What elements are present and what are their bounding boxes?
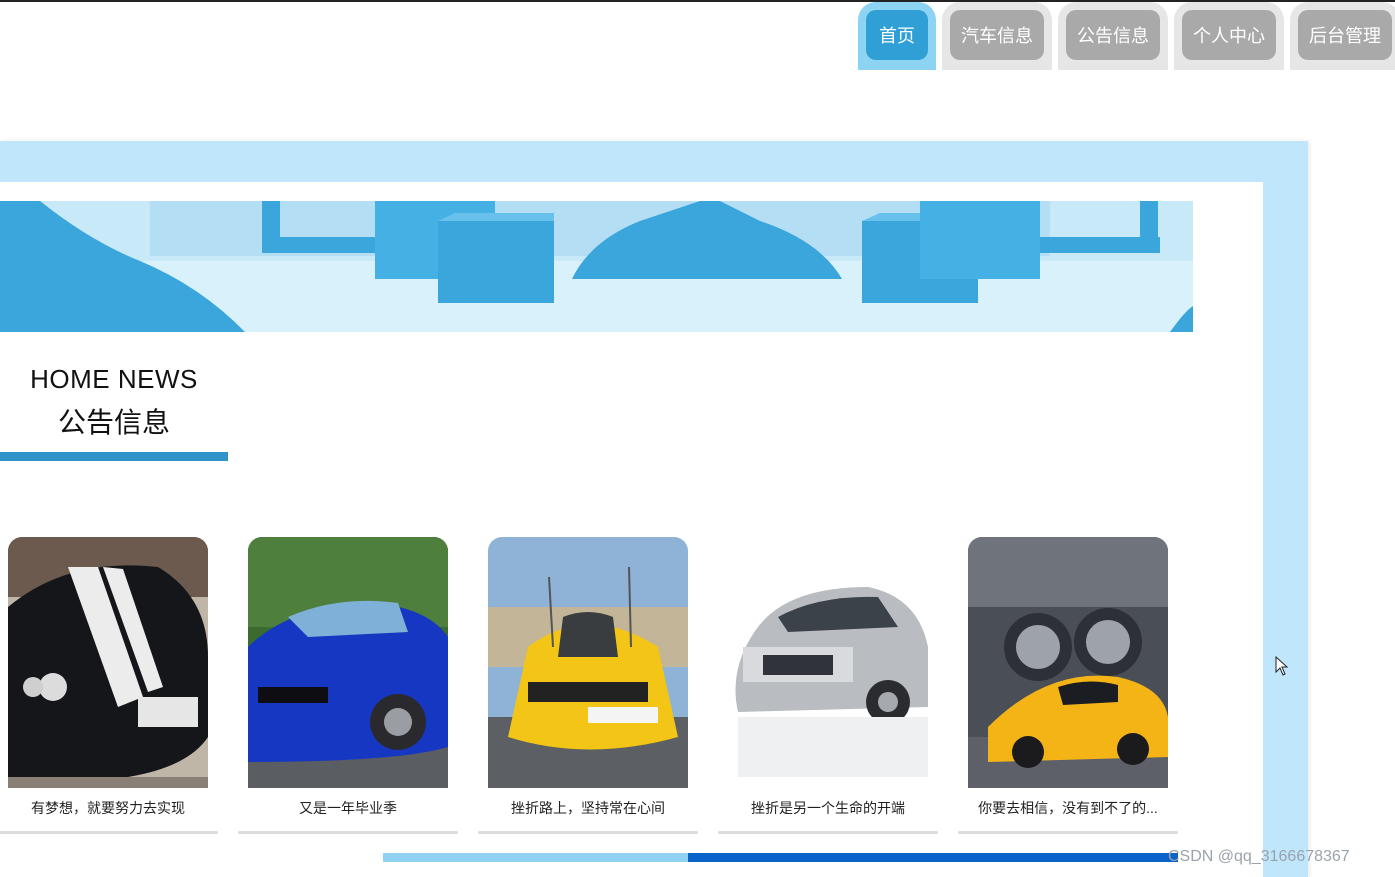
card-caption[interactable]: 有梦想，就要努力去实现 bbox=[0, 798, 218, 818]
card-image[interactable] bbox=[968, 537, 1168, 788]
card-underline bbox=[718, 831, 938, 834]
card-image[interactable] bbox=[8, 537, 208, 788]
nav-tab-label: 公告信息 bbox=[1066, 10, 1160, 60]
card-caption[interactable]: 挫折是另一个生命的开端 bbox=[718, 798, 938, 818]
card-image[interactable] bbox=[728, 537, 928, 788]
main-nav: 首页 汽车信息 公告信息 个人中心 后台管理 bbox=[858, 2, 1395, 70]
notice-card[interactable]: 你要去相信，没有到不了的... bbox=[958, 537, 1178, 834]
section-title-en: HOME NEWS bbox=[30, 364, 198, 394]
card-underline bbox=[478, 831, 698, 834]
card-caption[interactable]: 又是一年毕业季 bbox=[238, 798, 458, 818]
card-caption[interactable]: 你要去相信，没有到不了的... bbox=[958, 798, 1178, 818]
notice-card[interactable]: 有梦想，就要努力去实现 bbox=[0, 537, 218, 834]
card-image[interactable] bbox=[248, 537, 448, 788]
nav-tab-label: 个人中心 bbox=[1182, 10, 1276, 60]
notice-card-list: 有梦想，就要努力去实现 又是一年毕业季 挫折路上，坚持常在心间 挫折是另一个生命… bbox=[0, 537, 1190, 837]
section-heading: HOME NEWS 公告信息 bbox=[0, 364, 228, 441]
nav-tab-home[interactable]: 首页 bbox=[858, 2, 936, 70]
notice-card[interactable]: 又是一年毕业季 bbox=[238, 537, 458, 834]
notice-card[interactable]: 挫折路上，坚持常在心间 bbox=[478, 537, 698, 834]
watermark: CSDN @qq_3166678367 bbox=[1168, 848, 1350, 865]
card-image[interactable] bbox=[488, 537, 688, 788]
card-underline bbox=[958, 831, 1178, 834]
nav-tab-notices[interactable]: 公告信息 bbox=[1058, 2, 1168, 70]
carousel-progress-fill bbox=[688, 853, 1178, 862]
nav-tab-label: 汽车信息 bbox=[950, 10, 1044, 60]
card-underline bbox=[0, 831, 218, 834]
nav-tab-admin[interactable]: 后台管理 bbox=[1290, 2, 1395, 70]
banner-image bbox=[0, 201, 1193, 332]
carousel-progress-bar[interactable] bbox=[383, 853, 1178, 862]
card-underline bbox=[238, 831, 458, 834]
card-caption[interactable]: 挫折路上，坚持常在心间 bbox=[478, 798, 698, 818]
nav-tab-personal-center[interactable]: 个人中心 bbox=[1174, 2, 1284, 70]
nav-tab-label: 后台管理 bbox=[1298, 10, 1392, 60]
nav-tab-car-info[interactable]: 汽车信息 bbox=[942, 2, 1052, 70]
mouse-cursor-icon bbox=[1275, 655, 1289, 681]
notice-card[interactable]: 挫折是另一个生命的开端 bbox=[718, 537, 938, 834]
section-heading-underline bbox=[0, 452, 228, 461]
nav-tab-label: 首页 bbox=[866, 10, 928, 60]
section-title-cn: 公告信息 bbox=[57, 407, 170, 438]
